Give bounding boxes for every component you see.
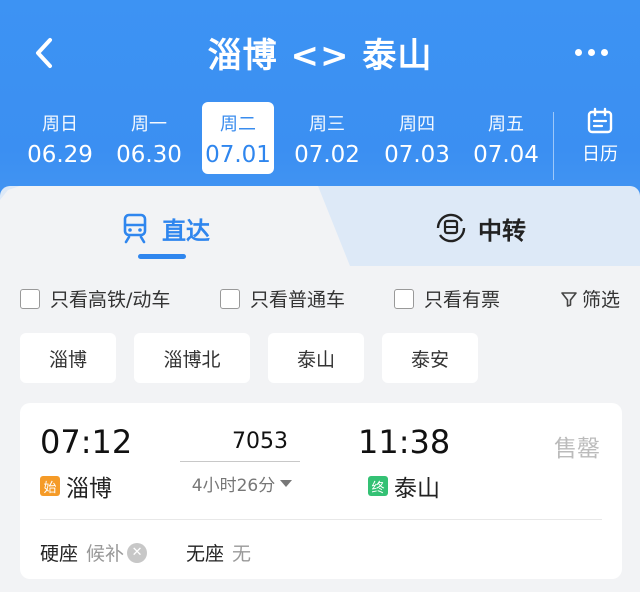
date-weekday: 周一: [131, 114, 167, 135]
seat-hard: 硬座 候补 ✕: [40, 539, 148, 566]
seat-name: 硬座: [40, 543, 79, 565]
departure-station: 始 淄博: [40, 469, 112, 503]
tab-active-indicator: [138, 254, 186, 259]
date-weekday: 周三: [309, 114, 345, 135]
filter-button-label: 筛选: [581, 289, 620, 311]
filter-label: 只看有票: [424, 289, 501, 311]
duration-text: 4小时26分: [191, 476, 276, 496]
filter-label: 只看高铁/动车: [50, 289, 171, 311]
station-chip[interactable]: 泰山: [268, 333, 364, 383]
divider: [553, 112, 554, 180]
duration-toggle[interactable]: 4小时26分: [180, 471, 304, 496]
station-chip[interactable]: 淄博北: [134, 333, 250, 383]
departure-time: 07:12: [40, 423, 133, 461]
transfer-train-icon: [436, 213, 466, 243]
tab-direct-label: 直达: [162, 216, 210, 245]
filter-row: 只看高铁/动车 只看普通车 只看有票 筛选: [20, 285, 620, 315]
more-dot-icon: [588, 49, 595, 56]
seat-name: 无座: [186, 543, 225, 565]
checkbox[interactable]: [220, 288, 240, 309]
tab-bar: 直达 中转: [0, 186, 640, 266]
tab-direct[interactable]: 直达: [118, 210, 210, 246]
date-weekday: 周二: [220, 114, 256, 135]
filter-label: 只看普通车: [250, 289, 346, 311]
filter-high-speed[interactable]: 只看高铁/动车: [20, 285, 170, 312]
date-value: 07.01: [205, 142, 271, 168]
funnel-icon: [561, 291, 577, 307]
date-value: 06.30: [116, 142, 182, 168]
train-icon: [123, 213, 147, 244]
date-item[interactable]: 周日 06.29: [24, 102, 96, 174]
seat-status: 候补: [86, 543, 125, 565]
calendar-button[interactable]: 日历: [568, 106, 632, 172]
train-number: 7053: [232, 429, 288, 454]
tab-transfer-label: 中转: [478, 216, 526, 245]
more-options-button[interactable]: [572, 38, 616, 68]
arrival-station: 终 泰山: [368, 469, 440, 503]
calendar-icon: [587, 107, 613, 134]
date-item-selected[interactable]: 周二 07.01: [202, 102, 274, 174]
end-badge: 终: [368, 476, 388, 496]
departure-station-name: 淄博: [66, 476, 112, 502]
date-weekday: 周日: [42, 114, 78, 135]
caret-down-icon: [280, 480, 293, 487]
date-item[interactable]: 周五 07.04: [470, 102, 542, 174]
page-title: 淄博 <> 泰山: [207, 36, 433, 76]
divider: [40, 519, 602, 520]
filter-button[interactable]: 筛选: [560, 285, 620, 312]
checkbox[interactable]: [20, 288, 40, 309]
date-value: 06.29: [27, 142, 93, 168]
tab-transfer[interactable]: 中转: [434, 210, 526, 246]
start-badge: 始: [40, 476, 60, 496]
more-dot-icon: [575, 49, 582, 56]
train-card[interactable]: 07:12 7053 4小时26分 11:38 售罄 始 淄博 终 泰山 硬座 …: [20, 403, 622, 579]
arrival-time: 11:38: [358, 423, 451, 461]
date-weekday: 周四: [399, 114, 435, 135]
station-chip[interactable]: 泰安: [382, 333, 478, 383]
date-item[interactable]: 周一 06.30: [113, 102, 185, 174]
date-value: 07.02: [294, 142, 360, 168]
calendar-label: 日历: [582, 144, 618, 165]
seat-standing: 无座 无: [186, 539, 251, 566]
filter-available[interactable]: 只看有票: [394, 285, 500, 312]
route-line: [180, 461, 300, 462]
filter-regular[interactable]: 只看普通车: [220, 285, 345, 312]
checkbox[interactable]: [394, 288, 414, 309]
date-value: 07.03: [384, 142, 450, 168]
date-weekday: 周五: [488, 114, 524, 135]
arrival-station-name: 泰山: [394, 476, 440, 502]
date-item[interactable]: 周三 07.02: [291, 102, 363, 174]
ticket-status: 售罄: [554, 436, 600, 462]
close-circle-icon: ✕: [127, 542, 148, 563]
seat-status: 无: [232, 543, 252, 565]
date-value: 07.04: [473, 142, 539, 168]
station-chip[interactable]: 淄博: [20, 333, 116, 383]
more-dot-icon: [601, 49, 608, 56]
date-item[interactable]: 周四 07.03: [381, 102, 453, 174]
